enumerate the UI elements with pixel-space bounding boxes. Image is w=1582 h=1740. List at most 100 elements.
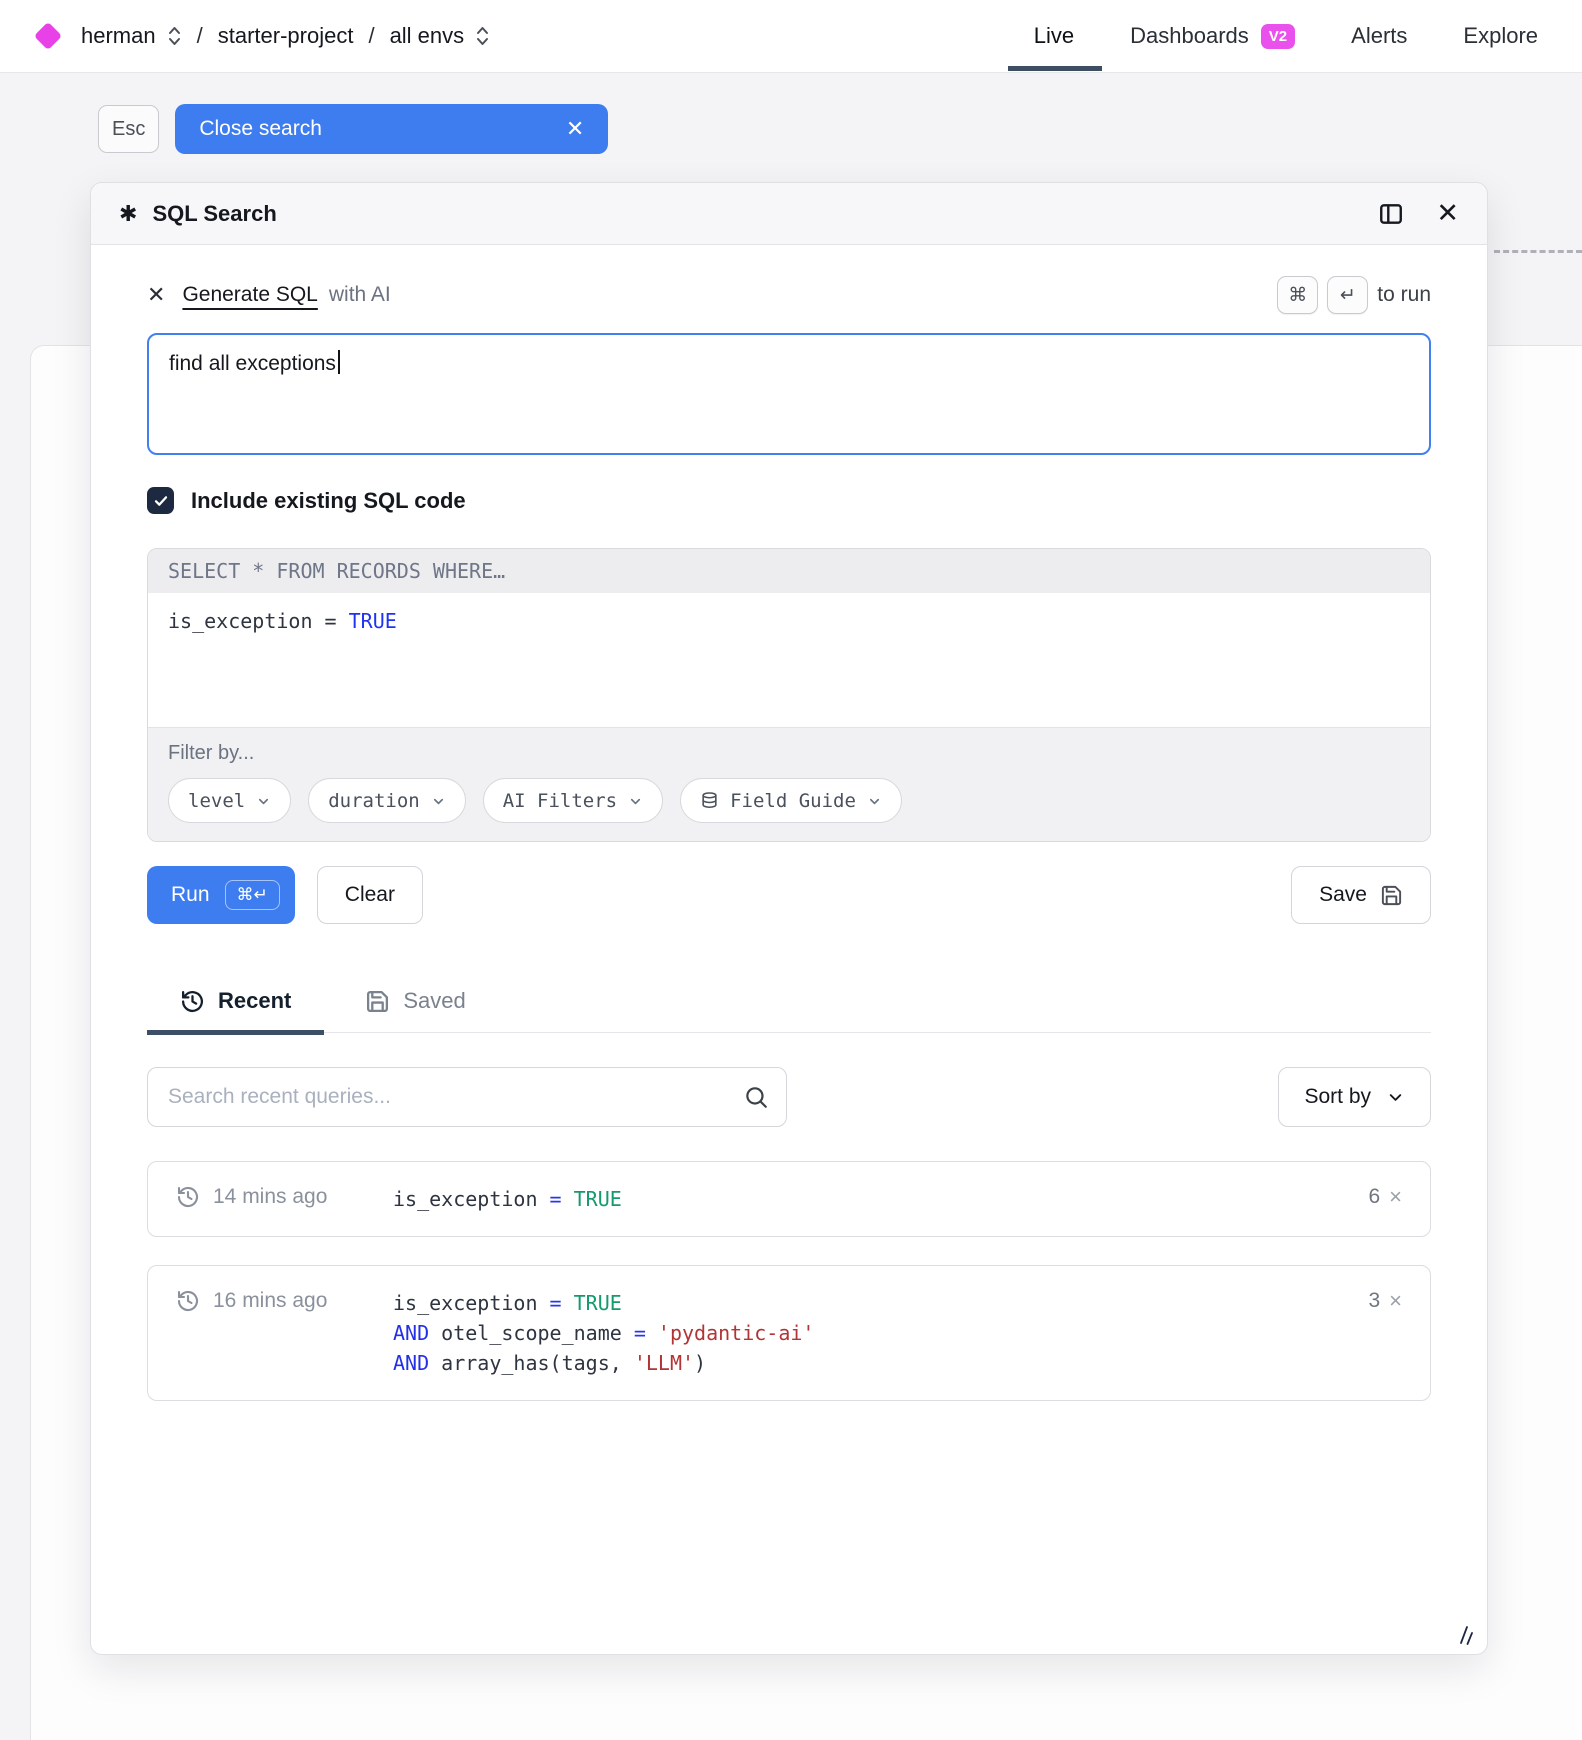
sql-line: AND array_has(tags, 'LLM') bbox=[393, 1348, 814, 1378]
v2-badge: V2 bbox=[1261, 24, 1295, 49]
chevron-updown-icon[interactable] bbox=[475, 25, 490, 47]
nav-tab-alerts[interactable]: Alerts bbox=[1351, 23, 1407, 49]
run-button-label: Run bbox=[171, 883, 210, 907]
filter-chip-field-guide[interactable]: Field Guide bbox=[680, 778, 902, 823]
run-hint-label: to run bbox=[1377, 283, 1431, 307]
history-icon bbox=[176, 1185, 200, 1209]
include-sql-checkbox[interactable] bbox=[147, 487, 174, 514]
close-search-label: Close search bbox=[199, 117, 322, 141]
sql-line: is_exception = TRUE bbox=[393, 1288, 814, 1318]
recent-query-list: 14 mins ago is_exception = TRUE 6 × 16 m… bbox=[147, 1161, 1431, 1401]
breadcrumb-separator: / bbox=[197, 23, 203, 49]
sort-by-button[interactable]: Sort by bbox=[1278, 1067, 1431, 1127]
history-tabs: Recent Saved bbox=[147, 988, 1431, 1033]
generate-sql-suffix: with AI bbox=[329, 283, 391, 307]
clear-button[interactable]: Clear bbox=[317, 866, 423, 924]
cmd-key: ⌘ bbox=[1277, 276, 1318, 314]
run-shortcut-keys: ⌘↵ bbox=[225, 880, 280, 910]
breadcrumb-project[interactable]: starter-project bbox=[218, 23, 354, 49]
recent-query-item[interactable]: 16 mins ago is_exception = TRUE AND otel… bbox=[147, 1265, 1431, 1401]
filter-chip-level[interactable]: level bbox=[168, 778, 291, 823]
logfire-logo-icon bbox=[34, 22, 62, 50]
dismiss-generate-icon[interactable]: ✕ bbox=[147, 284, 165, 306]
actions-row: Run ⌘↵ Clear Save bbox=[147, 866, 1431, 924]
sql-search-dialog: ✱ SQL Search ✕ ✕ Generate SQL with AI ⌘ … bbox=[90, 182, 1488, 1655]
sql-line: AND otel_scope_name = 'pydantic-ai' bbox=[393, 1318, 814, 1348]
query-sql: is_exception = TRUE AND otel_scope_name … bbox=[393, 1288, 814, 1378]
chevron-down-icon bbox=[431, 794, 446, 809]
save-button-label: Save bbox=[1319, 883, 1367, 907]
run-button[interactable]: Run ⌘↵ bbox=[147, 866, 295, 924]
recent-search-row: Sort by bbox=[147, 1067, 1431, 1127]
dialog-header: ✱ SQL Search ✕ bbox=[91, 183, 1487, 245]
asterisk-icon: ✱ bbox=[119, 201, 137, 227]
chevron-down-icon bbox=[1386, 1088, 1405, 1107]
close-icon: ✕ bbox=[566, 116, 584, 142]
enter-key: ↵ bbox=[1327, 276, 1368, 314]
generate-sql-link[interactable]: Generate SQL bbox=[182, 283, 317, 307]
run-shortcut-hint: ⌘ ↵ to run bbox=[1277, 276, 1431, 314]
nav-tab-dashboards[interactable]: Dashboards V2 bbox=[1130, 23, 1295, 49]
sql-editor: SELECT * FROM RECORDS WHERE… is_exceptio… bbox=[147, 548, 1431, 842]
nav-links: Live Dashboards V2 Alerts Explore bbox=[1034, 23, 1538, 49]
sql-line: is_exception = TRUE bbox=[393, 1184, 622, 1214]
query-time: 14 mins ago bbox=[176, 1184, 393, 1209]
include-sql-row: Include existing SQL code bbox=[147, 487, 1431, 514]
nav-tab-live[interactable]: Live bbox=[1034, 23, 1074, 49]
ai-prompt-input[interactable]: find all exceptions bbox=[147, 333, 1431, 455]
filter-chip-ai-filters[interactable]: AI Filters bbox=[483, 778, 663, 823]
sql-editor-code[interactable]: is_exception = TRUE bbox=[148, 593, 1430, 727]
close-search-button[interactable]: Close search ✕ bbox=[175, 104, 608, 154]
sql-token: TRUE bbox=[349, 609, 397, 633]
query-run-count: 6 bbox=[1368, 1185, 1380, 1209]
tab-recent[interactable]: Recent bbox=[147, 988, 324, 1032]
dialog-close-icon[interactable]: ✕ bbox=[1436, 200, 1459, 227]
chevron-down-icon bbox=[628, 794, 643, 809]
history-icon bbox=[180, 989, 205, 1014]
tab-saved[interactable]: Saved bbox=[332, 988, 498, 1032]
close-search-row: Esc Close search ✕ bbox=[98, 104, 608, 154]
breadcrumb: herman / starter-project / all envs bbox=[38, 23, 490, 49]
remove-query-icon[interactable]: × bbox=[1389, 1186, 1402, 1208]
recent-search-input[interactable] bbox=[147, 1067, 787, 1127]
sort-by-label: Sort by bbox=[1304, 1085, 1371, 1109]
database-icon bbox=[700, 791, 719, 810]
chevron-down-icon bbox=[867, 794, 882, 809]
filter-chips: level duration AI Filters Field Guide bbox=[168, 778, 1410, 823]
remove-query-icon[interactable]: × bbox=[1389, 1290, 1402, 1312]
sql-token: is_exception = bbox=[168, 609, 349, 633]
breadcrumb-env[interactable]: all envs bbox=[390, 23, 465, 49]
sql-editor-header: SELECT * FROM RECORDS WHERE… bbox=[148, 549, 1430, 593]
breadcrumb-org[interactable]: herman bbox=[81, 23, 156, 49]
clear-button-label: Clear bbox=[345, 883, 395, 907]
nav-tab-explore[interactable]: Explore bbox=[1463, 23, 1538, 49]
query-meta: 3 × bbox=[1368, 1288, 1402, 1313]
text-caret bbox=[338, 350, 340, 374]
generate-sql-row: ✕ Generate SQL with AI ⌘ ↵ to run bbox=[147, 275, 1431, 315]
include-sql-label: Include existing SQL code bbox=[191, 488, 466, 514]
dialog-header-actions: ✕ bbox=[1378, 200, 1459, 227]
chevron-down-icon bbox=[256, 794, 271, 809]
history-icon bbox=[176, 1289, 200, 1313]
dialog-title: ✱ SQL Search bbox=[119, 201, 277, 227]
chevron-updown-icon[interactable] bbox=[167, 25, 182, 47]
filter-by-label: Filter by... bbox=[168, 742, 1410, 765]
filter-chip-duration[interactable]: duration bbox=[308, 778, 466, 823]
save-button[interactable]: Save bbox=[1291, 866, 1431, 924]
recent-search-box bbox=[147, 1067, 787, 1127]
dialog-title-text: SQL Search bbox=[152, 201, 276, 227]
query-time: 16 mins ago bbox=[176, 1288, 393, 1313]
recent-query-item[interactable]: 14 mins ago is_exception = TRUE 6 × bbox=[147, 1161, 1431, 1237]
breadcrumb-separator: / bbox=[368, 23, 374, 49]
save-floppy-icon bbox=[1380, 884, 1403, 907]
esc-key-hint: Esc bbox=[98, 105, 159, 153]
query-sql: is_exception = TRUE bbox=[393, 1184, 622, 1214]
top-nav: herman / starter-project / all envs Live… bbox=[0, 0, 1582, 73]
background-dashed-line bbox=[1494, 250, 1582, 253]
nav-tab-dashboards-label: Dashboards bbox=[1130, 23, 1249, 49]
save-floppy-icon bbox=[365, 989, 390, 1014]
dialog-resize-handle[interactable] bbox=[1454, 1625, 1474, 1645]
filter-section: Filter by... level duration AI Filters bbox=[148, 727, 1430, 841]
query-run-count: 3 bbox=[1368, 1289, 1380, 1313]
dock-panel-icon[interactable] bbox=[1378, 201, 1404, 227]
